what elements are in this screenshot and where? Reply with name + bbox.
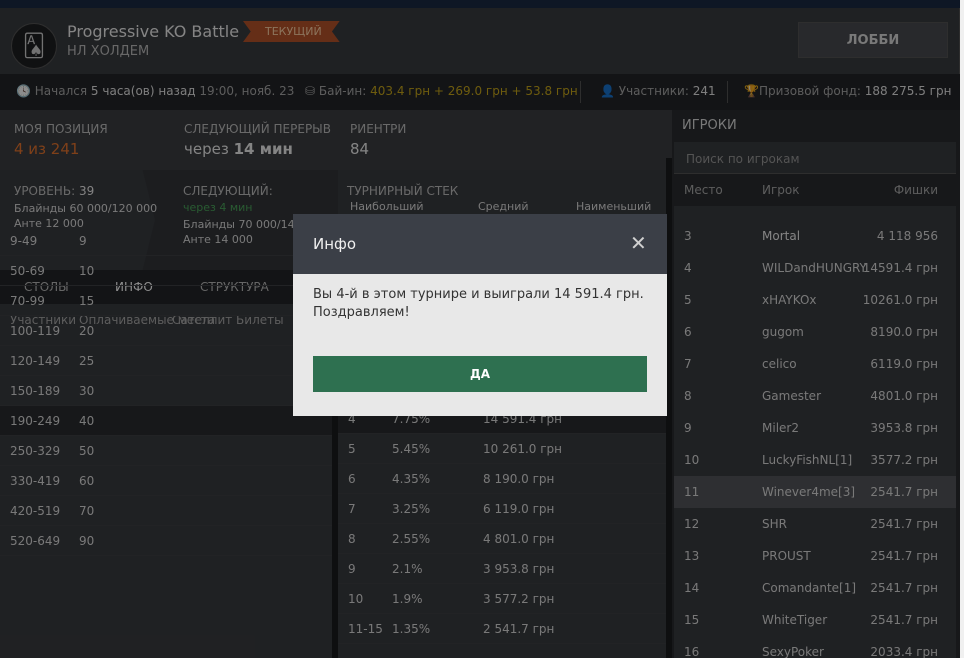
tournament-window: 🂡 Progressive KO Battle НЛ ХОЛДЕМ ТЕКУЩИ… (0, 0, 964, 658)
ok-button[interactable]: ДА (313, 356, 647, 392)
info-dialog: Инфо ✕ Вы 4-й в этом турнире и выиграли … (293, 214, 667, 416)
window-edge (960, 0, 964, 658)
dialog-header: Инфо ✕ (293, 214, 667, 274)
dialog-message: Вы 4-й в этом турнире и выиграли 14 591.… (313, 287, 644, 320)
close-icon[interactable]: ✕ (630, 233, 647, 253)
dialog-title: Инфо (313, 235, 357, 253)
